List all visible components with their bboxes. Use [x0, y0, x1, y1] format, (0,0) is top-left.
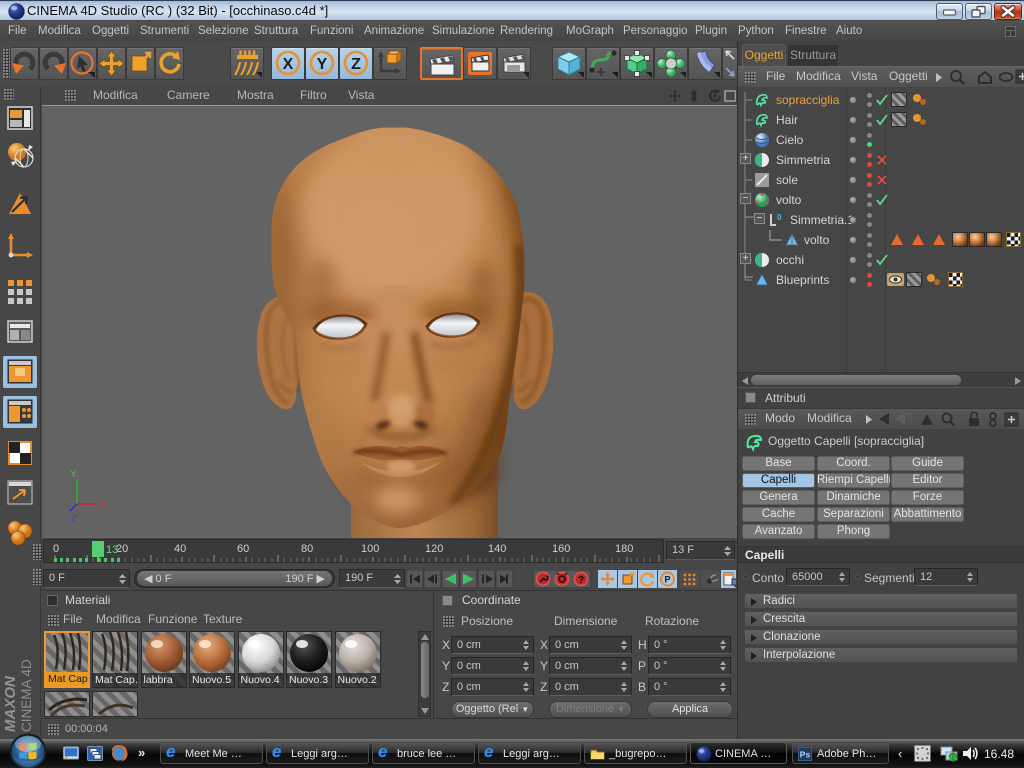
svg-text:Ps: Ps: [800, 750, 811, 760]
svg-text:120: 120: [425, 543, 443, 555]
svg-text:Y: Y: [317, 56, 328, 73]
svg-text:X: X: [99, 500, 106, 511]
svg-text:Y: Y: [70, 469, 77, 480]
svg-text:X: X: [283, 56, 294, 73]
svg-text:0: 0: [777, 213, 782, 222]
svg-text:?: ?: [578, 575, 584, 586]
svg-text:CINEMA 4D: CINEMA 4D: [19, 659, 34, 732]
svg-text:40: 40: [174, 543, 186, 555]
svg-text:80: 80: [301, 543, 313, 555]
svg-text:0: 0: [53, 543, 59, 555]
svg-text:Z: Z: [351, 56, 361, 73]
svg-text:P: P: [664, 575, 670, 585]
svg-text:MAXON: MAXON: [2, 675, 19, 732]
svg-text:140: 140: [488, 543, 506, 555]
svg-text:180: 180: [615, 543, 633, 555]
svg-text:160: 160: [552, 543, 570, 555]
svg-text:100: 100: [361, 543, 379, 555]
svg-text:Z: Z: [71, 514, 77, 525]
svg-text:13: 13: [106, 544, 118, 556]
svg-text:60: 60: [237, 543, 249, 555]
